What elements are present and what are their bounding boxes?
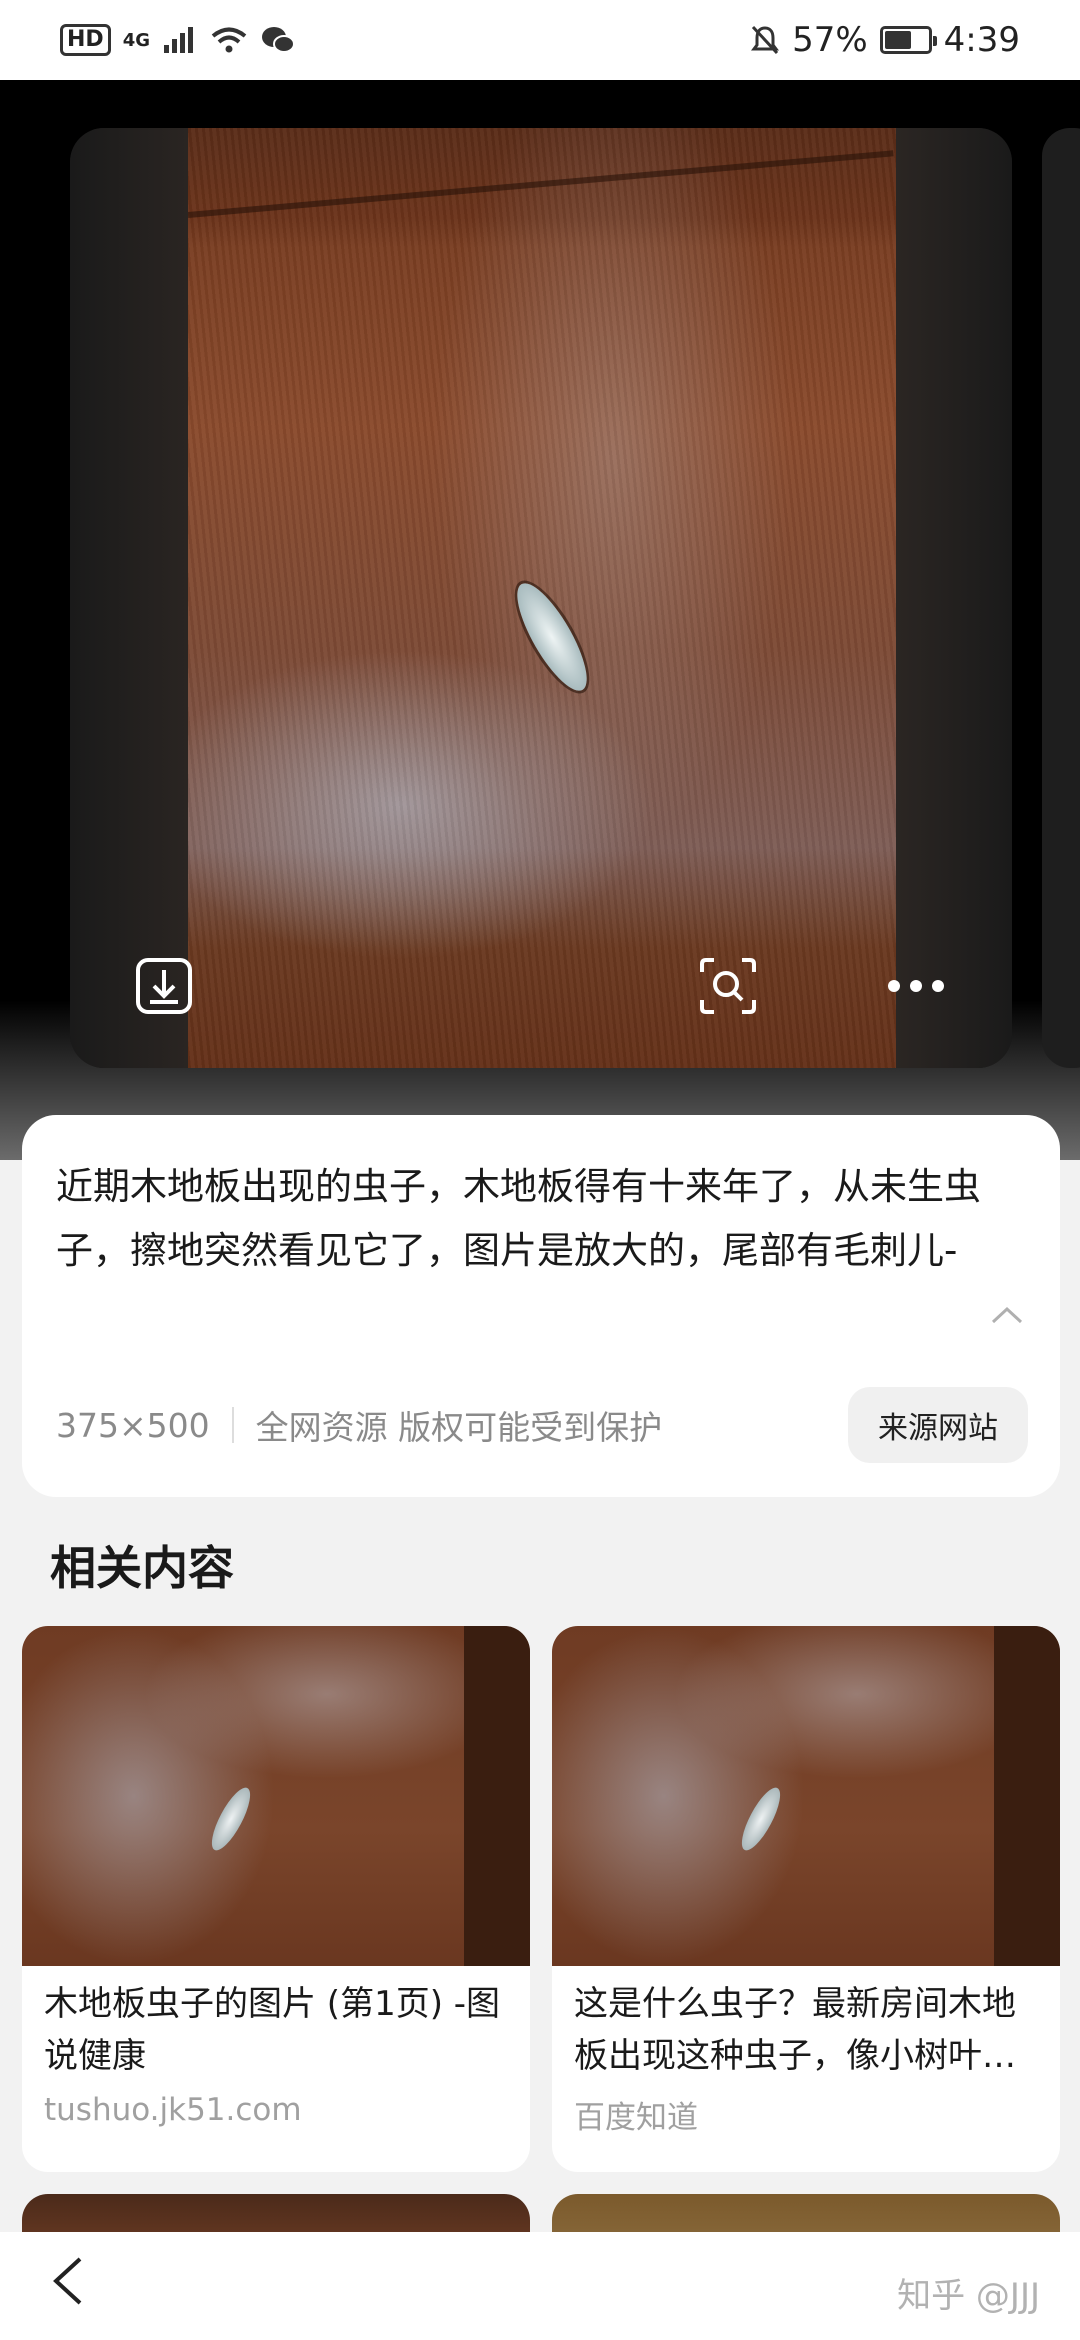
hd-indicator: HD [60, 24, 111, 56]
back-button[interactable] [50, 2255, 86, 2317]
battery-percent: 57% [792, 20, 868, 60]
network-type: 4G [122, 29, 150, 51]
related-item[interactable]: 木地板虫子的图片 (第1页) -图说健康 tushuo.jk51.com [22, 1626, 530, 2172]
wifi-icon [211, 27, 247, 53]
thumb-insect [204, 1782, 258, 1856]
mute-bell-icon [751, 25, 780, 55]
status-bar: HD 4G 57% 4:39 [0, 0, 1080, 80]
collapse-button[interactable] [990, 1305, 1024, 1329]
image-viewer[interactable] [70, 128, 1012, 1068]
source-site-button[interactable]: 来源网站 [848, 1387, 1028, 1463]
more-icon [888, 980, 944, 992]
visual-search-icon [700, 958, 756, 1014]
download-button[interactable] [132, 954, 196, 1018]
meta-divider [231, 1407, 234, 1443]
floor-seam [187, 150, 894, 218]
more-button[interactable] [884, 954, 948, 1018]
clock: 4:39 [943, 20, 1020, 60]
thumb-frame [994, 1626, 1060, 1966]
related-item-source: 百度知道 [574, 2100, 698, 2136]
copyright-note: 全网资源 版权可能受到保护 [255, 1408, 663, 1447]
related-thumbnail [22, 1626, 530, 1966]
related-title: 相关内容 [50, 1541, 234, 1595]
photo-margin-left [70, 128, 188, 1068]
battery-icon [879, 26, 937, 54]
image-info-card: 近期木地板出现的虫子，木地板得有十来年了，从未生虫子，擦地突然看见它了，图片是放… [22, 1115, 1060, 1497]
related-item-source: tushuo.jk51.com [44, 2092, 302, 2128]
signal-icon [164, 27, 193, 53]
download-icon [136, 958, 192, 1014]
wechat-icon [262, 27, 295, 53]
image-description: 近期木地板出现的虫子，木地板得有十来年了，从未生虫子，擦地突然看见它了，图片是放… [56, 1165, 981, 1272]
insect [505, 574, 599, 700]
image-dimensions: 375×500 [56, 1405, 210, 1445]
next-image-peek[interactable] [1042, 128, 1080, 1068]
back-chevron-icon [53, 2257, 82, 2305]
thumb-frame [464, 1626, 530, 1966]
related-thumbnail [552, 1626, 1060, 1966]
main-photo[interactable] [187, 128, 896, 1068]
visual-search-button[interactable] [696, 954, 760, 1018]
related-item-title: 这是什么虫子？最新房间木地板出现这种虫子，像小树叶… [574, 1984, 1016, 2076]
chevron-up-icon [991, 1306, 1023, 1324]
photo-margin-right [896, 128, 1012, 1068]
related-item-title: 木地板虫子的图片 (第1页) -图说健康 [44, 1984, 501, 2076]
related-grid: 木地板虫子的图片 (第1页) -图说健康 tushuo.jk51.com 这是什… [22, 1626, 1060, 2254]
related-item[interactable]: 这是什么虫子？最新房间木地板出现这种虫子，像小树叶… 百度知道 [552, 1626, 1060, 2172]
thumb-insect [734, 1782, 788, 1856]
watermark: 知乎 @JJJ [897, 2276, 1040, 2316]
